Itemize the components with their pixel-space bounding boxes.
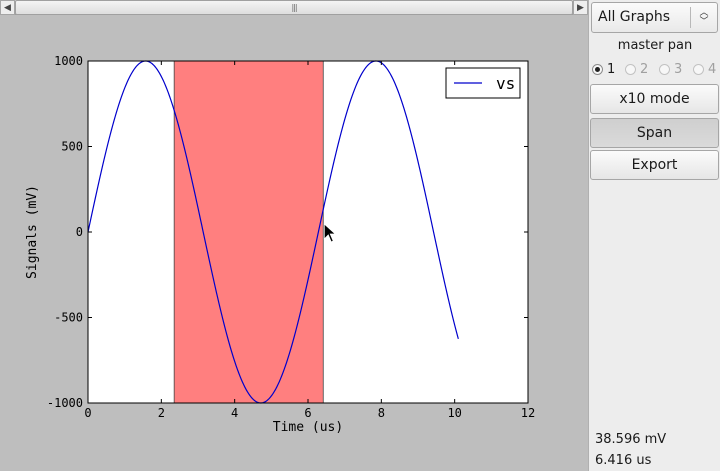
scrollbar-grip-icon: ||| (291, 3, 297, 12)
pan-radio-2-label: 2 (640, 61, 649, 77)
x10-mode-button[interactable]: x10 mode (590, 84, 719, 114)
radio-unselected-icon (625, 63, 636, 75)
graph-select-value: All Graphs (598, 9, 671, 25)
y-tick-label: -1000 (47, 396, 83, 410)
span-button[interactable]: Span (590, 118, 719, 148)
x-tick-label: 12 (521, 406, 535, 420)
x-tick-label: 10 (447, 406, 461, 420)
radio-unselected-icon (659, 63, 670, 75)
master-pan-label: master pan (617, 38, 693, 53)
x-tick-label: 4 (231, 406, 238, 420)
span-region[interactable] (173, 60, 324, 404)
x-tick-label: 6 (304, 406, 311, 420)
readout-time: 6.416 us (595, 453, 652, 468)
readout-value: 38.596 mV (595, 432, 667, 447)
x-tick-label: 8 (378, 406, 385, 420)
legend-label: vs (496, 74, 515, 93)
scrollbar-thumb[interactable]: ||| (15, 0, 573, 15)
scroll-left-arrow-icon[interactable]: ◀ (0, 0, 15, 15)
graph-select[interactable]: All Graphs ︿ ﹀ (591, 2, 718, 33)
export-button[interactable]: Export (590, 150, 719, 180)
master-pan-radio-group: 1 2 3 4 (592, 61, 720, 77)
pan-radio-4[interactable]: 4 (693, 61, 716, 77)
x-tick-label: 2 (158, 406, 165, 420)
horizontal-scrollbar[interactable]: ◀ ||| ▶ (0, 0, 588, 15)
scroll-right-arrow-icon[interactable]: ▶ (573, 0, 588, 15)
x-axis-label: Time (us) (273, 420, 343, 435)
signal-plot[interactable]: 0 2 4 6 8 10 12 -1000 -500 0 500 1000 Time (us) Signa… (0, 15, 588, 471)
chevron-updown-icon: ︿ ﹀ (699, 7, 709, 27)
pan-radio-2[interactable]: 2 (625, 61, 648, 77)
y-tick-label: -500 (54, 311, 83, 325)
pan-radio-4-label: 4 (708, 61, 717, 77)
pan-radio-1-label: 1 (607, 61, 616, 77)
pan-radio-3[interactable]: 3 (659, 61, 682, 77)
pan-radio-3-label: 3 (674, 61, 683, 77)
y-tick-label: 500 (61, 140, 83, 154)
pan-radio-1[interactable]: 1 (592, 61, 615, 77)
control-panel: All Graphs ︿ ﹀ master pan 1 2 3 4 x10 mod… (588, 0, 720, 471)
radio-unselected-icon (693, 63, 704, 75)
x-tick-label: 0 (84, 406, 91, 420)
y-tick-label: 1000 (54, 54, 83, 68)
select-separator (690, 7, 691, 28)
y-tick-label: 0 (76, 225, 83, 239)
radio-selected-icon (592, 63, 603, 75)
y-axis-label: Signals (mV) (25, 185, 40, 279)
